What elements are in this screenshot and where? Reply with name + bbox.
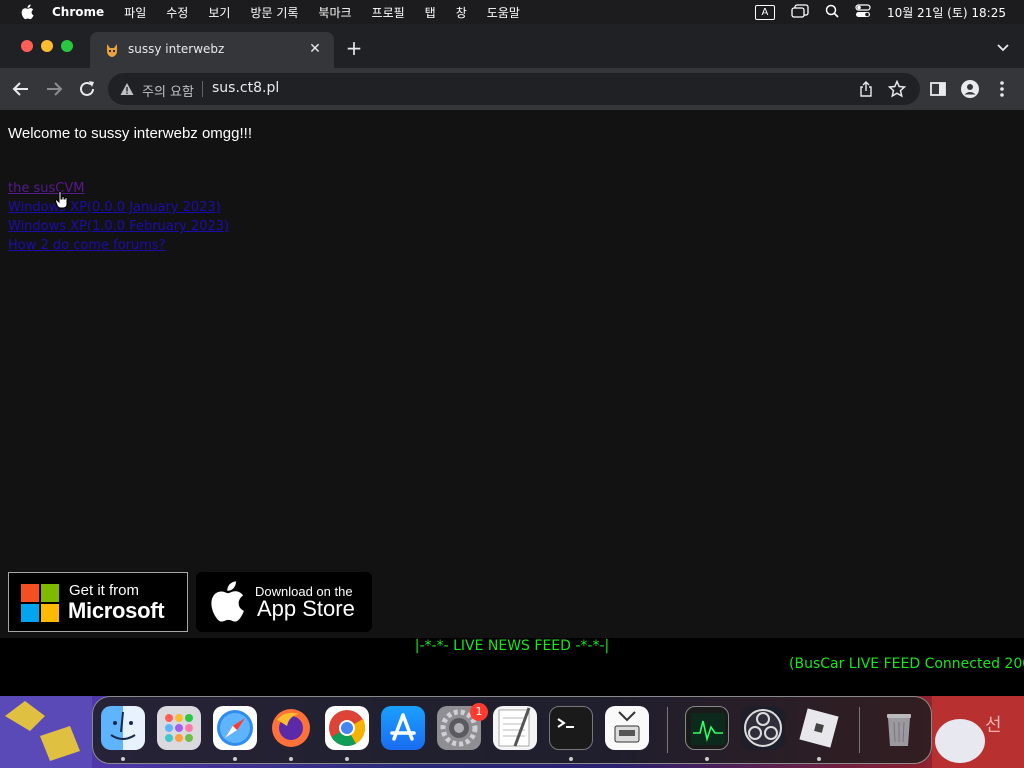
stage-manager-icon[interactable] <box>791 3 809 21</box>
microsoft-badge-line2: Microsoft <box>68 598 165 623</box>
apple-logo-icon <box>206 580 246 624</box>
omnibox-divider <box>202 81 203 97</box>
address-bar[interactable]: 주의 요함 sus.ct8.pl <box>108 73 920 105</box>
tab-close-icon[interactable]: ✕ <box>306 40 324 58</box>
link-list: the susCVM Windows XP(0.0.0 January 2023… <box>8 179 229 255</box>
roblox-icon[interactable] <box>797 706 841 750</box>
microsoft-logo-icon <box>21 584 59 622</box>
chrome-running-indicator <box>345 757 349 761</box>
menu-window[interactable]: 창 <box>456 4 467 21</box>
trash-icon[interactable] <box>877 706 921 750</box>
menu-app-name[interactable]: Chrome <box>52 5 104 19</box>
new-tab-button[interactable]: + <box>344 38 364 58</box>
launchpad-icon[interactable] <box>157 706 201 750</box>
appstore-badge-line2: App Store <box>257 596 355 621</box>
welcome-heading: Welcome to sussy interwebz omgg!!! <box>8 125 252 142</box>
menu-bookmarks[interactable]: 북마크 <box>318 4 351 21</box>
share-icon[interactable] <box>858 81 874 97</box>
site-favicon-icon <box>104 42 120 58</box>
reload-icon[interactable] <box>76 78 98 100</box>
dock-separator <box>667 707 668 753</box>
tab-search-chevron-icon[interactable] <box>996 40 1010 54</box>
get-it-from-microsoft-badge[interactable]: Get it from Microsoft <box>8 572 188 632</box>
svg-text:선: 선 <box>985 715 1002 736</box>
system-settings-notification-badge: 1 <box>470 703 488 721</box>
menu-help[interactable]: 도움말 <box>487 4 520 21</box>
browser-tab-active[interactable]: sussy interwebz ✕ <box>90 32 334 68</box>
link-windows-xp-february[interactable]: Windows XP(1.0.0 February 2023) <box>8 217 229 236</box>
tab-strip: sussy interwebz ✕ + <box>0 24 1024 68</box>
browser-window: sussy interwebz ✕ + 주의 요함 sus.ct8.pl <box>0 24 1024 110</box>
chrome-icon[interactable] <box>325 706 369 750</box>
menu-profiles[interactable]: 프로필 <box>372 4 405 21</box>
maximize-window-button[interactable] <box>61 40 73 52</box>
spotlight-search-icon[interactable] <box>825 4 839 21</box>
finder-running-indicator <box>121 757 125 761</box>
menu-view[interactable]: 보기 <box>208 4 230 21</box>
menubar-clock[interactable]: 10월 21일 (토) 18:25 <box>887 4 1006 21</box>
roblox-running-indicator <box>817 757 821 761</box>
textedit-icon[interactable] <box>493 706 537 750</box>
link-suscvm[interactable]: the susCVM <box>8 179 229 198</box>
microsoft-badge-line1: Get it from <box>69 582 140 599</box>
safari-icon[interactable] <box>213 706 257 750</box>
firefox-icon[interactable] <box>269 706 313 750</box>
close-window-button[interactable] <box>21 40 33 52</box>
menu-file[interactable]: 파일 <box>124 4 146 21</box>
news-feed-heading: |-*-*- LIVE NEWS FEED -*-*-| <box>414 638 610 654</box>
link-windows-xp-january[interactable]: Windows XP(0.0.0 January 2023) <box>8 198 229 217</box>
macos-menu-bar: Chrome 파일 수정 보기 방문 기록 북마크 프로필 탭 창 도움말 A … <box>0 0 1024 24</box>
bookmark-star-icon[interactable] <box>887 79 907 98</box>
archive-utility-icon[interactable] <box>605 706 649 750</box>
side-panel-icon[interactable] <box>928 79 948 99</box>
app-store-icon[interactable] <box>381 706 425 750</box>
menu-tab[interactable]: 탭 <box>425 4 436 21</box>
terminal-running-indicator <box>569 757 573 761</box>
apple-menu-icon[interactable] <box>20 4 34 20</box>
firefox-running-indicator <box>289 757 293 761</box>
finder-icon[interactable] <box>101 706 145 750</box>
terminal-icon[interactable] <box>549 706 593 750</box>
dock-separator-trash <box>859 707 860 753</box>
news-feed-ticker: (BusCar LIVE FEED Connected 200 <box>789 656 1024 672</box>
hand-cursor-icon <box>54 191 69 209</box>
control-center-icon[interactable] <box>855 3 871 21</box>
download-on-app-store-badge[interactable]: Download on the App Store <box>196 572 372 632</box>
input-source-indicator[interactable]: A <box>754 4 775 20</box>
browser-toolbar: 주의 요함 sus.ct8.pl <box>0 68 1024 110</box>
tab-title: sussy interwebz <box>128 42 225 56</box>
forward-arrow-icon[interactable] <box>43 78 65 100</box>
minimize-window-button[interactable] <box>41 40 53 52</box>
activity-monitor-running-indicator <box>705 757 709 761</box>
url-text[interactable]: sus.ct8.pl <box>212 80 279 96</box>
safari-running-indicator <box>233 757 237 761</box>
web-page-content: Welcome to sussy interwebz omgg!!! the s… <box>0 110 1024 638</box>
obs-icon[interactable] <box>741 706 785 750</box>
activity-monitor-icon[interactable] <box>685 706 729 750</box>
not-secure-warning-icon[interactable] <box>120 81 134 95</box>
profile-avatar-icon[interactable] <box>960 79 980 99</box>
not-secure-label[interactable]: 주의 요함 <box>142 81 194 100</box>
menu-edit[interactable]: 수정 <box>166 4 188 21</box>
more-menu-icon[interactable] <box>992 79 1012 99</box>
link-forums[interactable]: How 2 do come forums? <box>8 236 229 255</box>
menu-history[interactable]: 방문 기록 <box>250 4 298 21</box>
back-arrow-icon[interactable] <box>10 78 32 100</box>
live-news-feed: |-*-*- LIVE NEWS FEED -*-*-| (BusCar LIV… <box>0 638 1024 696</box>
macos-dock: 1 <box>92 696 932 764</box>
